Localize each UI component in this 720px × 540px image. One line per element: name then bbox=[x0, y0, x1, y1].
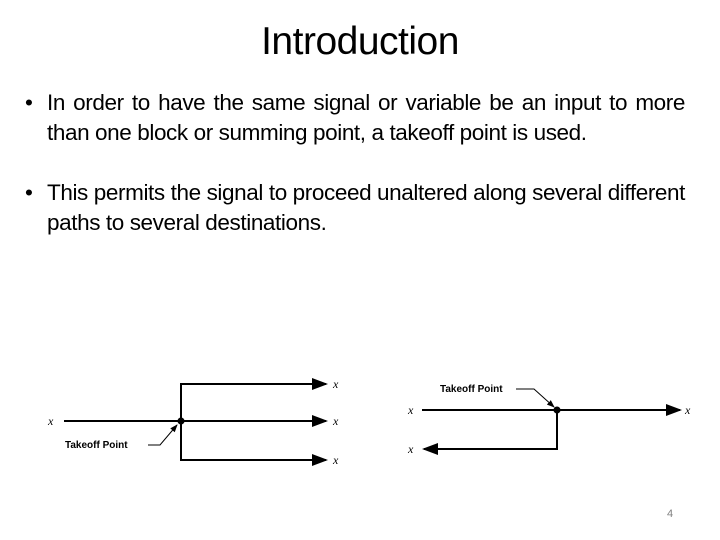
takeoff-diagram-multi-output: x x x x Takeoff Point bbox=[47, 377, 339, 467]
takeoff-point-label: Takeoff Point bbox=[440, 384, 503, 395]
branch-output-label: x bbox=[407, 442, 414, 456]
takeoff-point-dot bbox=[177, 417, 185, 425]
bullet-list: • In order to have the same signal or va… bbox=[25, 88, 685, 238]
takeoff-point-dot bbox=[553, 406, 561, 414]
input-signal-label: x bbox=[47, 414, 54, 428]
bullet-item: • In order to have the same signal or va… bbox=[25, 88, 685, 148]
bullet-marker: • bbox=[25, 90, 33, 115]
output-signal-label: x bbox=[684, 403, 691, 417]
output-signal-label: x bbox=[332, 377, 339, 391]
slide-title: Introduction bbox=[261, 20, 459, 63]
input-signal-label: x bbox=[407, 403, 414, 417]
bullet-text: In order to have the same signal or vari… bbox=[47, 90, 685, 145]
output-signal-label: x bbox=[332, 453, 339, 467]
takeoff-diagram-feedback: Takeoff Point x x x bbox=[407, 384, 691, 456]
bullet-marker: • bbox=[25, 180, 33, 205]
bullet-item: • This permits the signal to proceed una… bbox=[25, 178, 685, 238]
output-signal-label: x bbox=[332, 414, 339, 428]
annotation-leader-line bbox=[148, 424, 178, 446]
page-number: 4 bbox=[667, 508, 674, 520]
takeoff-point-label: Takeoff Point bbox=[65, 440, 128, 451]
bullet-text: This permits the signal to proceed unalt… bbox=[47, 180, 685, 235]
annotation-leader-line bbox=[516, 388, 555, 408]
